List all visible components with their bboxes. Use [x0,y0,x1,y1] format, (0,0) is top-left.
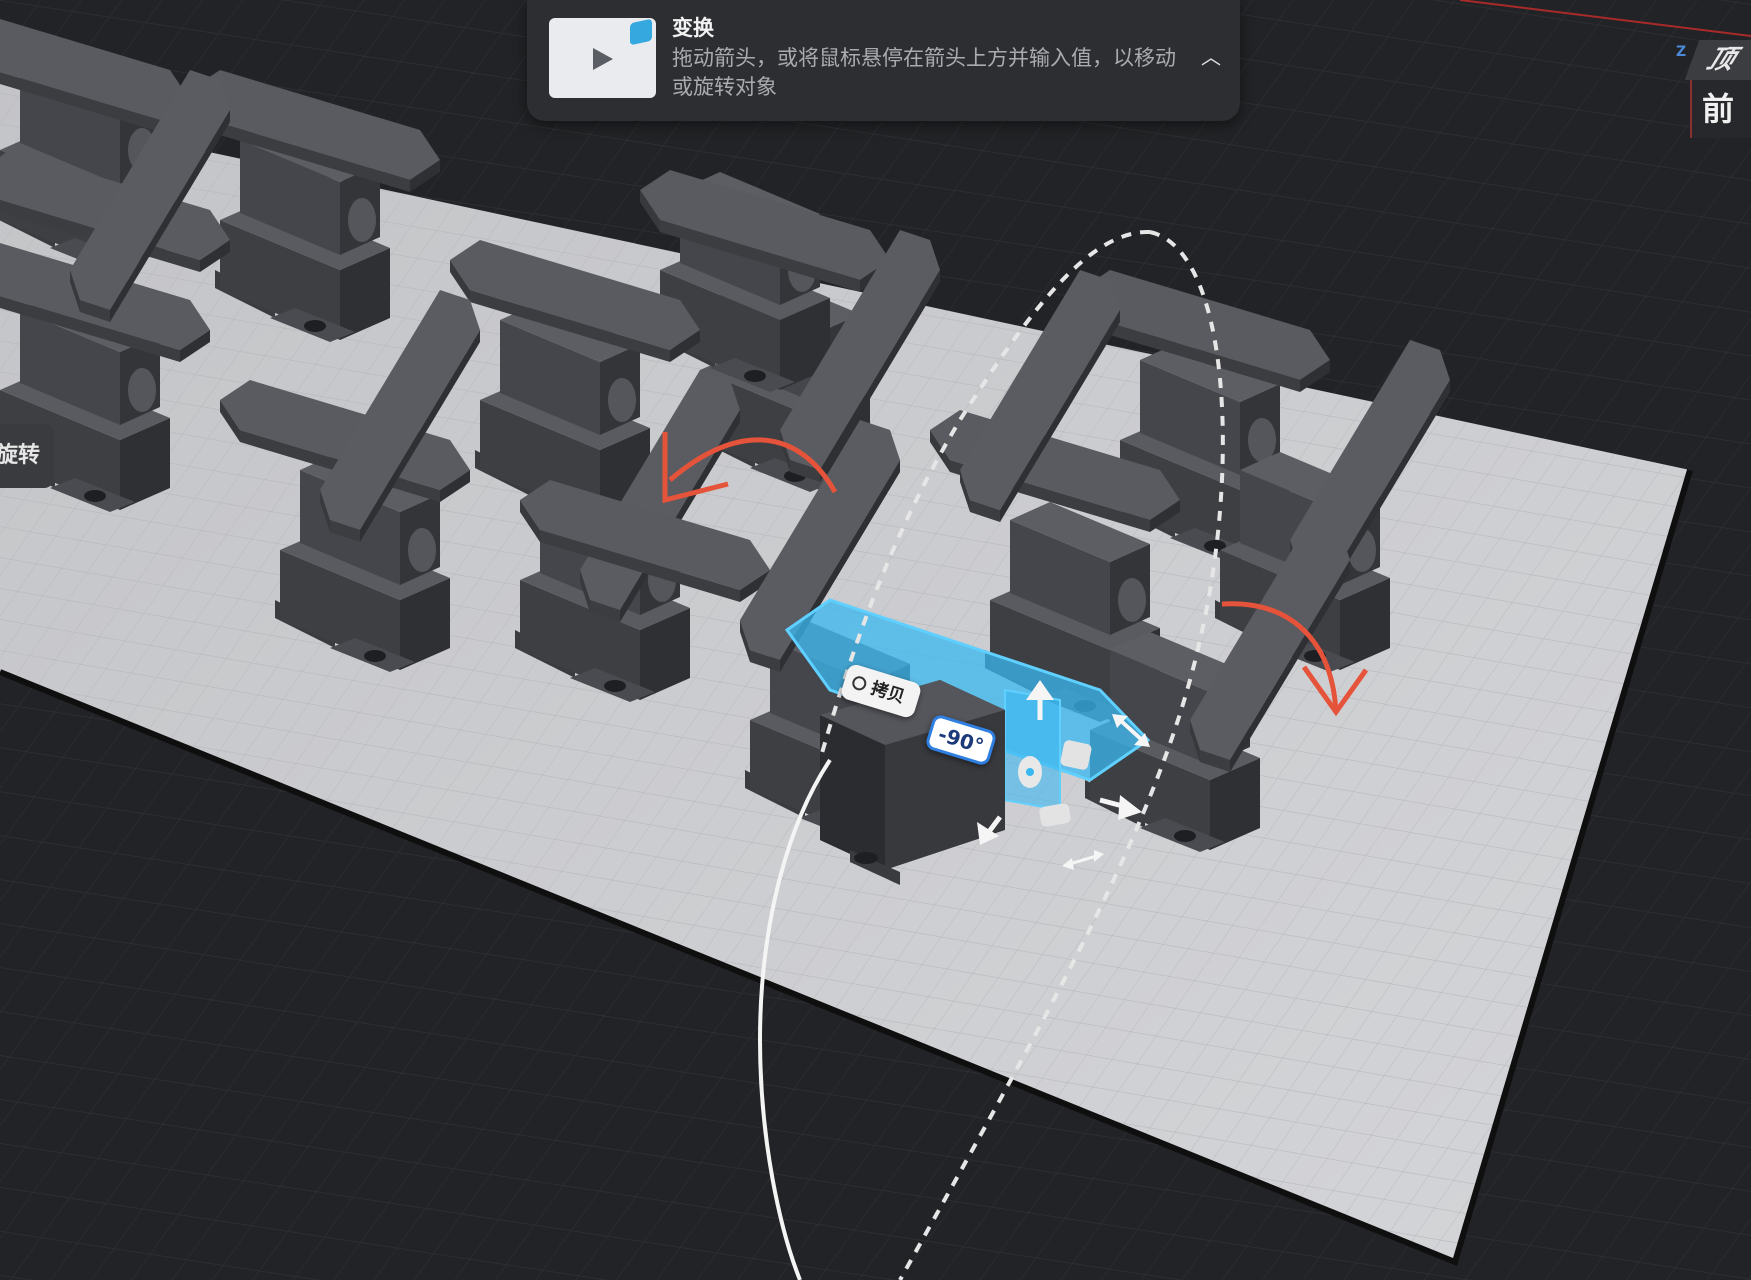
tooltip-description: 拖动箭头，或将鼠标悬停在箭头上方并输入值，以移动或旋转对象 [672,46,1176,99]
cube-icon [630,18,652,46]
axis-z-label: Z [1676,44,1687,60]
tooltip-title: 变换 [672,16,714,40]
transform-tooltip: 变换 拖动箭头，或将鼠标悬停在箭头上方并输入值，以移动或旋转对象 ︿ [527,0,1240,121]
view-cube-front-face[interactable]: 前 [1690,80,1751,138]
rotate-mode-chip[interactable]: 旋转 [0,424,54,488]
chevron-up-icon[interactable]: ︿ [1198,44,1224,70]
tooltip-video-thumbnail[interactable] [549,18,656,98]
3d-viewport[interactable] [0,0,1751,1280]
copy-icon [850,674,869,693]
play-icon[interactable] [593,48,613,70]
view-cube-top-face[interactable]: 顶 [1684,40,1751,80]
view-cube[interactable]: Z 顶 前 [1676,40,1751,140]
